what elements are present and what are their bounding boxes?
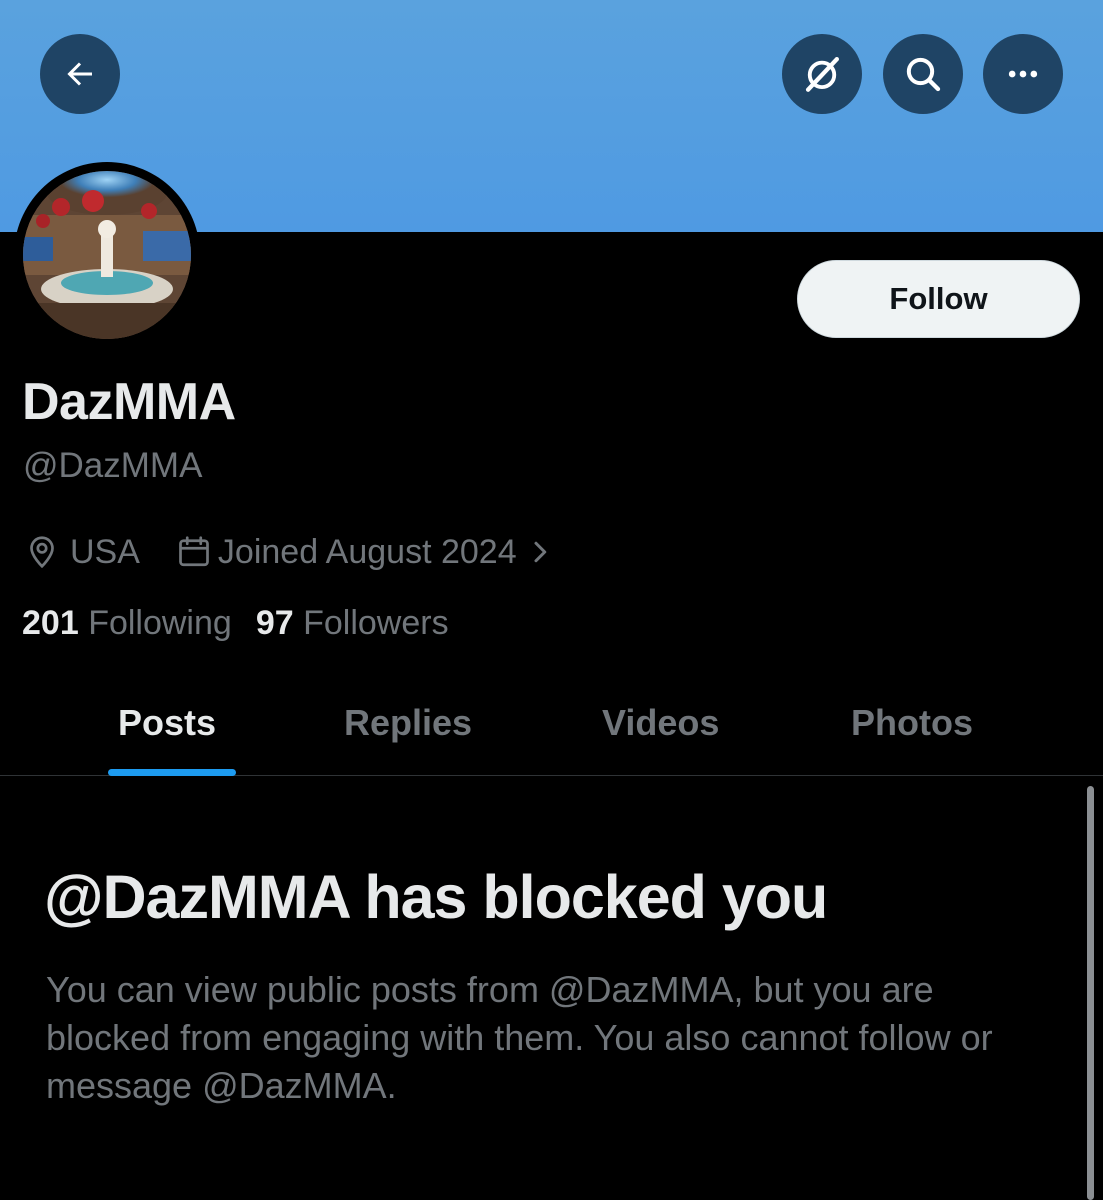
arrow-left-icon [67,62,92,86]
blocked-message: You can view public posts from @DazMMA, … [46,969,993,1106]
followers-link[interactable]: 97 Followers [256,604,449,642]
avatar-image [23,171,191,339]
following-label: Following [88,604,232,642]
grok-button[interactable] [782,34,862,114]
following-count: 201 [22,604,79,642]
follow-stats: 201 Following 97 Followers [22,604,449,643]
tab-replies[interactable]: Replies [344,702,472,744]
joined-date[interactable]: Joined August 2024 [218,533,517,572]
follow-button[interactable]: Follow [797,260,1080,338]
scrollbar[interactable] [1087,786,1094,1200]
following-link[interactable]: 201 Following [22,604,232,642]
followers-count: 97 [255,604,294,642]
grok-icon [805,57,839,92]
location-text: USA [70,532,140,571]
avatar[interactable] [14,162,200,348]
more-button[interactable] [983,34,1063,114]
blocked-title: @DazMMA has blocked you [44,863,828,931]
tab-posts[interactable]: Posts [118,702,216,744]
profile-meta: USA Joined August 2024 [24,530,553,574]
followers-label: Followers [303,604,449,642]
user-handle: @DazMMA [23,446,203,485]
location-icon [24,534,60,570]
search-icon [906,57,941,92]
more-icon [1008,70,1038,78]
tab-videos[interactable]: Videos [602,702,719,744]
search-button[interactable] [883,34,963,114]
back-button[interactable] [40,34,120,114]
chevron-right-icon[interactable] [529,537,553,567]
display-name: DazMMA [22,373,236,431]
calendar-icon [176,534,212,570]
profile-tabs: Posts Replies Videos Photos [0,672,1103,776]
tab-photos[interactable]: Photos [851,702,973,744]
active-tab-indicator [108,769,236,776]
